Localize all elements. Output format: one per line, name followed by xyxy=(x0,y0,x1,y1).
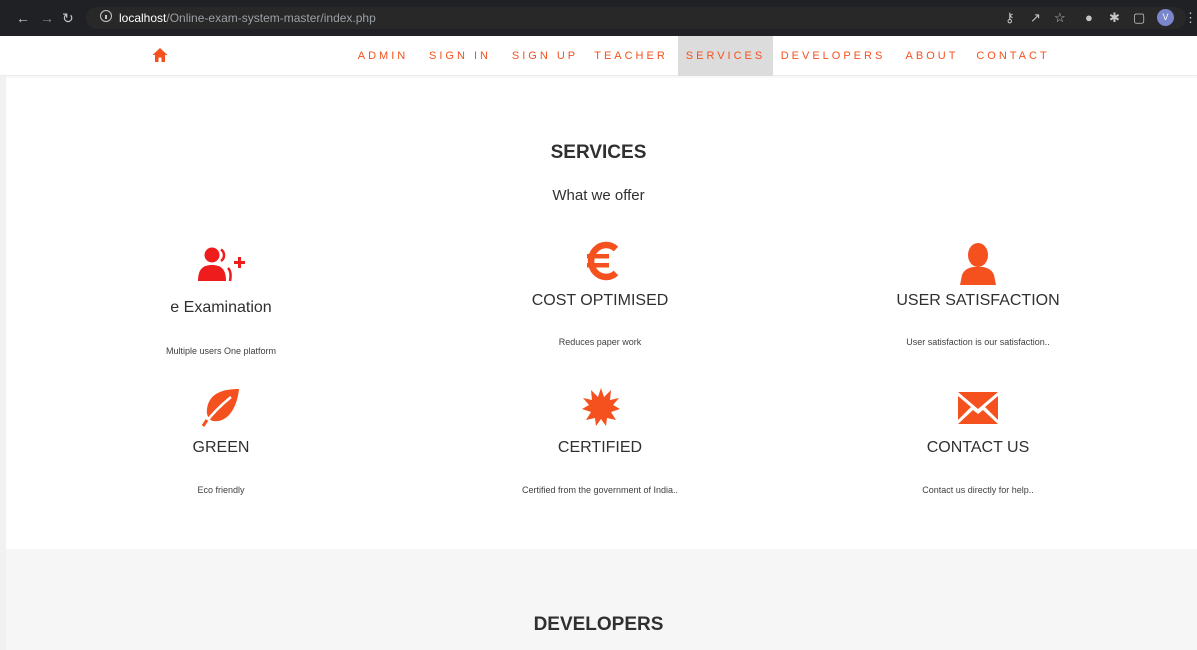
nav-about[interactable]: ABOUT xyxy=(899,36,965,76)
services-title: SERVICES xyxy=(550,142,647,163)
back-arrow-icon[interactable]: ← xyxy=(16,10,30,26)
nav-sign-in[interactable]: SIGN IN xyxy=(424,36,496,76)
service-desc: Multiple users One platform xyxy=(165,346,277,356)
profile-avatar[interactable]: V xyxy=(1157,9,1174,26)
home-icon[interactable] xyxy=(152,47,168,63)
service-desc: Contact us directly for help.. xyxy=(922,485,1034,495)
star-icon[interactable]: ☆ xyxy=(1054,10,1066,26)
nav-developers[interactable]: DEVELOPERS xyxy=(779,36,887,76)
reload-icon[interactable]: ↻ xyxy=(62,10,74,26)
side-panel-icon[interactable]: ▢ xyxy=(1133,10,1145,26)
service-title: USER SATISFACTION xyxy=(896,292,1060,309)
nav-teacher[interactable]: TEACHER xyxy=(591,36,671,76)
site-navbar: ADMIN SIGN IN SIGN UP TEACHER SERVICES D… xyxy=(0,36,1197,76)
key-icon[interactable]: ⚷ xyxy=(1005,10,1015,26)
service-title: e Examination xyxy=(170,299,272,316)
nav-sign-up[interactable]: SIGN UP xyxy=(505,36,585,76)
service-desc: User satisfaction is our satisfaction.. xyxy=(906,337,1050,347)
service-title: CERTIFIED xyxy=(557,439,643,456)
service-desc: Certified from the government of India.. xyxy=(521,485,679,495)
nav-contact[interactable]: CONTACT xyxy=(973,36,1053,76)
service-desc: Reduces paper work xyxy=(558,337,642,347)
certificate-icon xyxy=(582,388,620,426)
nav-services[interactable]: SERVICES xyxy=(678,36,773,76)
service-title: COST OPTIMISED xyxy=(531,292,669,309)
service-title: GREEN xyxy=(192,439,250,456)
url-text[interactable]: localhost/Online-exam-system-master/inde… xyxy=(119,10,376,26)
forward-arrow-icon[interactable]: → xyxy=(40,10,54,26)
url-host: localhost xyxy=(119,11,167,25)
info-icon[interactable] xyxy=(100,10,112,22)
extension-icon[interactable]: ● xyxy=(1085,10,1093,26)
nav-admin[interactable]: ADMIN xyxy=(350,36,416,76)
leaf-icon xyxy=(201,389,239,427)
euro-icon xyxy=(587,241,619,281)
user-icon xyxy=(960,243,996,285)
share-icon[interactable]: ↗ xyxy=(1030,10,1041,26)
developers-title: DEVELOPERS xyxy=(533,614,664,635)
puzzle-icon[interactable]: ✱ xyxy=(1109,10,1120,26)
service-title: CONTACT US xyxy=(926,439,1030,456)
envelope-icon xyxy=(958,392,998,424)
service-desc: Eco friendly xyxy=(197,485,245,495)
menu-dots-icon[interactable]: ⋮ xyxy=(1184,10,1197,26)
browser-toolbar: ← → ↻ localhost/Online-exam-system-maste… xyxy=(0,0,1197,36)
add-user-icon xyxy=(198,247,245,282)
url-path: /Online-exam-system-master/index.php xyxy=(166,11,376,25)
services-subtitle: What we offer xyxy=(552,187,645,204)
